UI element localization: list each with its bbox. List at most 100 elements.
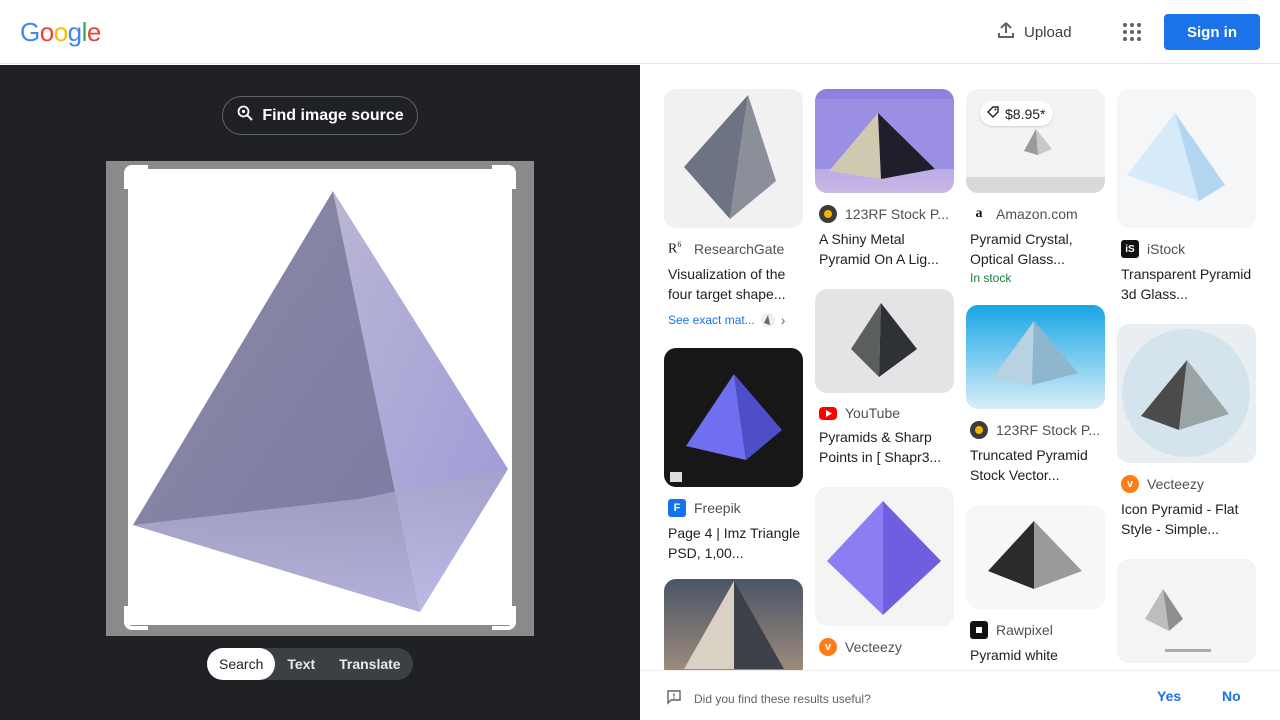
feedback-yes-button[interactable]: Yes bbox=[1157, 688, 1181, 704]
crop-area[interactable] bbox=[106, 161, 534, 636]
result-source: v Vecteezy bbox=[1117, 475, 1256, 493]
result-source: YouTube bbox=[815, 405, 954, 421]
upload-label: Upload bbox=[1024, 23, 1072, 41]
result-source: iS iStock bbox=[1117, 240, 1256, 258]
result-source: F Freepik bbox=[664, 498, 803, 517]
result-source: R6 ResearchGate bbox=[664, 240, 803, 258]
tab-search[interactable]: Search bbox=[207, 648, 276, 680]
result-title: Transparent Pyramid 3d Glass... bbox=[1121, 266, 1252, 302]
crop-handle-bottom-left[interactable] bbox=[124, 606, 148, 630]
feedback-bar: Did you find these results useful? Yes N… bbox=[640, 670, 1280, 720]
result-card[interactable]: R6 ResearchGate Visualization of the fou… bbox=[664, 89, 803, 328]
result-card[interactable]: $8.95* a Amazon.com Pyramid Crystal, Opt… bbox=[966, 89, 1105, 285]
crop-handle-bottom-right[interactable] bbox=[492, 606, 516, 630]
logo-letter: o bbox=[39, 17, 54, 47]
price-value: $8.95* bbox=[1005, 105, 1046, 122]
header: Google Upload Sign in bbox=[0, 0, 1280, 64]
feedback-icon bbox=[666, 689, 682, 708]
vecteezy-icon: v bbox=[1121, 475, 1139, 493]
result-source: a Amazon.com bbox=[966, 205, 1105, 223]
freepik-icon: F bbox=[668, 498, 686, 517]
stock-status: In stock bbox=[970, 271, 1012, 285]
results-column: iS iStock Transparent Pyramid 3d Glass..… bbox=[1117, 89, 1256, 670]
result-source: Rawpixel bbox=[966, 621, 1105, 639]
source-name: ResearchGate bbox=[694, 240, 785, 257]
tab-translate[interactable]: Translate bbox=[327, 648, 412, 680]
price-tag: $8.95* bbox=[980, 101, 1054, 126]
result-card[interactable]: F Freepik Page 4 | Imz Triangle PSD, 1,0… bbox=[664, 347, 803, 563]
see-exact-matches-link[interactable]: See exact mat... › bbox=[664, 312, 803, 328]
123rf-icon bbox=[970, 421, 988, 439]
rawpixel-icon bbox=[970, 621, 988, 639]
source-name: Rawpixel bbox=[996, 622, 1053, 638]
123rf-icon bbox=[819, 205, 837, 223]
result-card[interactable]: v Vecteezy Icon Pyramid - Flat Style - S… bbox=[1117, 324, 1256, 539]
result-thumbnail: $8.95* bbox=[966, 89, 1105, 193]
lens-search-icon bbox=[236, 104, 254, 127]
source-name: Amazon.com bbox=[996, 206, 1078, 222]
logo-letter: g bbox=[67, 17, 82, 47]
result-thumbnail bbox=[664, 89, 803, 228]
find-image-source-button[interactable]: Find image source bbox=[222, 96, 418, 135]
result-thumbnail bbox=[664, 347, 803, 487]
upload-button[interactable]: Upload bbox=[988, 16, 1080, 48]
logo-letter: G bbox=[20, 17, 40, 47]
result-card[interactable]: 123RF Stock P... Truncated Pyramid Stock… bbox=[966, 305, 1105, 485]
results-column: 123RF Stock P... A Shiny Metal Pyramid O… bbox=[815, 89, 954, 670]
result-card[interactable] bbox=[664, 578, 803, 670]
result-thumbnail bbox=[815, 89, 954, 193]
result-thumbnail bbox=[966, 505, 1105, 609]
result-card[interactable]: YouTube Pyramids & Sharp Points in [ Sha… bbox=[815, 289, 954, 467]
result-source: 123RF Stock P... bbox=[815, 205, 954, 223]
result-title: Page 4 | Imz Triangle PSD, 1,00... bbox=[668, 524, 801, 561]
result-card[interactable]: iS iStock Transparent Pyramid 3d Glass..… bbox=[1117, 89, 1256, 304]
tab-text[interactable]: Text bbox=[275, 648, 327, 680]
lens-panel: Find image source Search Text Translate bbox=[0, 65, 640, 720]
feedback-question: Did you find these results useful? bbox=[666, 689, 871, 708]
result-card[interactable] bbox=[1117, 559, 1256, 663]
source-name: 123RF Stock P... bbox=[996, 422, 1101, 438]
result-card[interactable]: Rawpixel Pyramid white bbox=[966, 505, 1105, 665]
result-thumbnail bbox=[815, 487, 954, 626]
result-card[interactable]: 123RF Stock P... A Shiny Metal Pyramid O… bbox=[815, 89, 954, 269]
sign-in-button[interactable]: Sign in bbox=[1164, 14, 1260, 50]
feedback-no-button[interactable]: No bbox=[1222, 688, 1241, 704]
result-thumbnail bbox=[815, 289, 954, 393]
exact-matches-label: See exact mat... bbox=[668, 312, 755, 327]
vecteezy-icon: v bbox=[819, 638, 837, 656]
result-title: Pyramid Crystal, Optical Glass... bbox=[970, 231, 1073, 267]
result-thumbnail bbox=[1117, 559, 1256, 663]
results-column: $8.95* a Amazon.com Pyramid Crystal, Opt… bbox=[966, 89, 1105, 670]
logo-letter: e bbox=[86, 17, 101, 47]
result-source: v Vecteezy bbox=[815, 638, 954, 656]
source-name: iStock bbox=[1147, 241, 1186, 257]
amazon-icon: a bbox=[970, 205, 988, 223]
result-title: A Shiny Metal Pyramid On A Lig... bbox=[819, 231, 939, 267]
lens-mode-tabs: Search Text Translate bbox=[207, 648, 413, 680]
result-thumbnail bbox=[1117, 89, 1256, 228]
result-title: Pyramids & Sharp Points in [ Shapr3... bbox=[819, 429, 942, 465]
visual-matches: R6 ResearchGate Visualization of the fou… bbox=[640, 65, 1280, 670]
source-name: YouTube bbox=[845, 405, 901, 421]
result-thumbnail bbox=[966, 305, 1105, 409]
result-thumbnail bbox=[1117, 324, 1256, 463]
result-thumbnail bbox=[664, 578, 803, 670]
exact-match-thumb-icon bbox=[760, 312, 775, 327]
logo-letter: o bbox=[53, 17, 68, 47]
crop-handle-top-left[interactable] bbox=[124, 165, 148, 189]
result-title: Pyramid white bbox=[970, 647, 1058, 663]
results-column: R6 ResearchGate Visualization of the fou… bbox=[664, 89, 803, 670]
query-image bbox=[128, 169, 512, 625]
find-image-source-label: Find image source bbox=[262, 106, 404, 124]
feedback-question-text: Did you find these results useful? bbox=[694, 691, 871, 706]
chevron-right-icon: › bbox=[780, 311, 786, 328]
crop-handle-top-right[interactable] bbox=[492, 165, 516, 189]
source-name: 123RF Stock P... bbox=[845, 206, 950, 222]
source-name: Vecteezy bbox=[1147, 476, 1204, 492]
result-source: 123RF Stock P... bbox=[966, 421, 1105, 439]
apps-grid-icon[interactable] bbox=[1118, 18, 1146, 46]
result-title: Truncated Pyramid Stock Vector... bbox=[970, 447, 1088, 483]
researchgate-icon: R6 bbox=[668, 240, 682, 257]
google-logo[interactable]: Google bbox=[20, 17, 101, 48]
result-card[interactable]: v Vecteezy bbox=[815, 487, 954, 656]
